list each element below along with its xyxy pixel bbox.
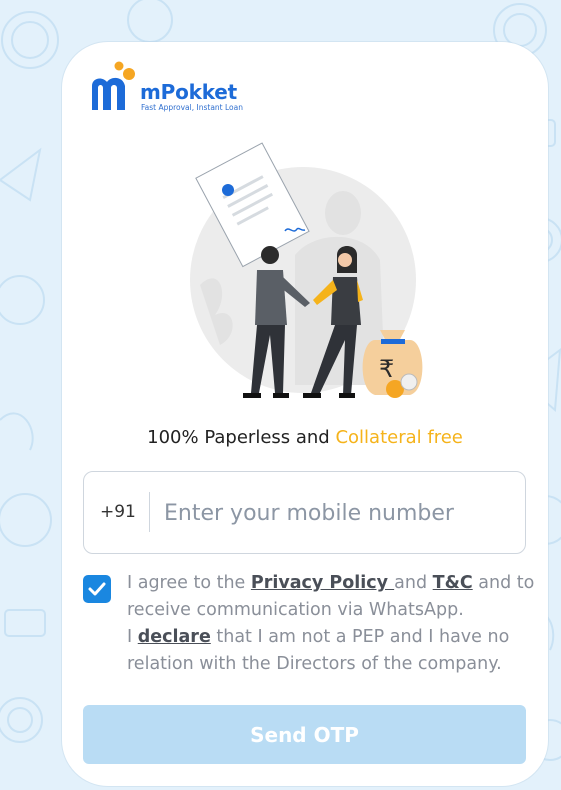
mobile-number-input[interactable] [164,494,504,532]
consent-checkbox[interactable] [83,575,111,603]
consent-text: I agree to the Privacy Policy and T&C an… [127,570,534,678]
consent-text-5: that I am not a PEP and I have no [210,627,510,647]
send-otp-button[interactable]: Send OTP [83,705,526,764]
headline-accent: Collateral free [335,427,463,448]
phone-field-divider [149,492,150,532]
handshake-loan-illustration: ₹ [190,142,423,398]
declare-link[interactable]: declare [138,627,211,647]
consent-text-4: I [127,627,138,647]
headline-text: 100% Paperless and [147,427,336,448]
consent-line-2: receive communication via WhatsApp. [127,600,464,620]
brand-tagline: Fast Approval, Instant Loan [141,103,243,112]
check-icon [88,582,106,596]
brand-name: mPokket [140,80,238,104]
rupee-symbol: ₹ [379,355,394,383]
consent-text-3: and to [472,573,535,593]
country-code: +91 [100,502,136,522]
consent-text-2: and [394,573,433,593]
tc-link[interactable]: T&C [433,573,473,593]
consent-text-1: I agree to the [127,573,251,593]
headline: 100% Paperless and Collateral free [62,427,548,448]
privacy-policy-link[interactable]: Privacy Policy [251,573,394,593]
consent-line-4: relation with the Directors of the compa… [127,654,502,674]
